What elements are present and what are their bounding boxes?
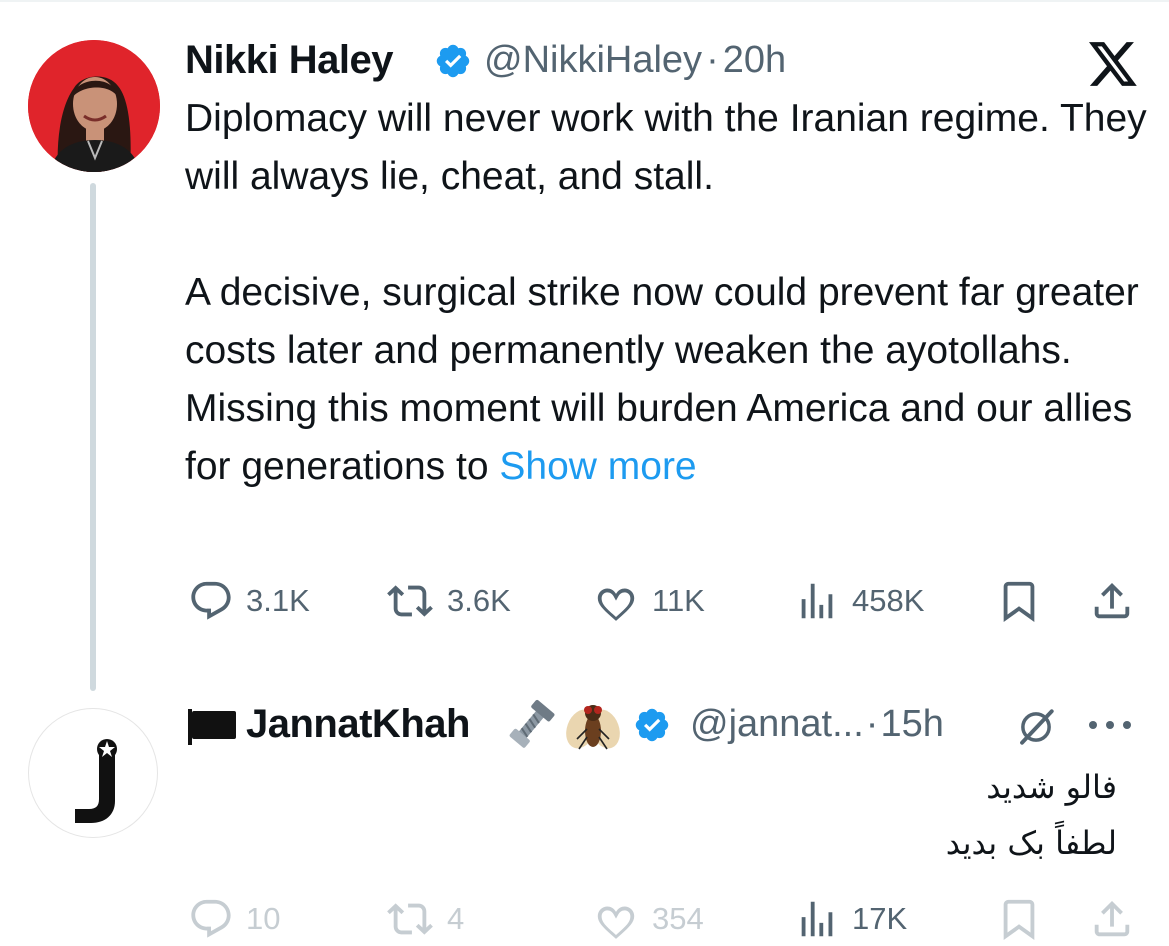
like-count: 11K [652,583,705,618]
views-icon [801,583,833,619]
show-more-link[interactable]: Show more [499,445,696,488]
top-divider [0,0,1169,2]
meta-separator: · [706,39,719,81]
reply-timestamp[interactable]: 15h [880,703,943,745]
reply-actions: 10 4 354 17K [0,896,1169,946]
avatar-logo [75,739,117,823]
bookmark-button[interactable] [996,578,1042,624]
share-button[interactable] [1089,578,1135,624]
tweet-paragraph-2: A decisive, surgical strike now could pr… [185,264,1155,496]
grok-icon[interactable] [1015,706,1057,748]
author-handle-time[interactable]: @NikkiHaley · 20h [484,36,786,84]
like-button[interactable]: 354 [592,896,704,942]
nut-and-bolt-icon [503,699,557,753]
view-count: 17K [852,901,908,936]
like-count: 354 [652,901,704,936]
reply-author-name[interactable]: JannatKhah [246,699,470,749]
share-icon [1094,900,1130,937]
heart-icon [597,588,635,621]
tweet-actions: 3.1K 3.6K 11K 458K [0,578,1169,628]
share-button[interactable] [1089,896,1135,942]
views-button[interactable]: 17K [794,896,907,942]
reply-button[interactable]: 10 [188,896,280,942]
view-count: 458K [852,583,925,618]
timestamp[interactable]: 20h [723,39,786,81]
reply-author-handle-time[interactable]: @jannat...·15h [690,699,944,749]
verified-badge-icon[interactable] [633,706,671,744]
author-handle[interactable]: @NikkiHaley [484,39,702,81]
x-logo-icon[interactable] [1086,40,1140,88]
bookmark-button[interactable] [996,896,1042,942]
more-options-icon[interactable] [1085,718,1135,732]
views-button[interactable]: 458K [794,578,924,624]
bookmark-icon [1003,899,1035,940]
repost-button[interactable]: 3.6K [385,578,511,624]
bookmark-icon [1003,581,1035,622]
fly-icon [565,699,621,753]
reply-icon [191,899,231,938]
repost-count: 4 [447,901,465,936]
like-button[interactable]: 11K [592,578,705,624]
reply-icon [191,581,231,620]
reply-avatar[interactable] [28,708,158,838]
reply-author-handle[interactable]: @jannat... [690,703,864,745]
avatar[interactable] [28,40,160,172]
reply-text-line-2: لطفاً بک بدید [945,824,1117,862]
author-name[interactable]: Nikki Haley [185,36,393,84]
avatar-photo [28,40,160,172]
heart-icon [597,906,635,939]
verified-badge-icon[interactable] [434,42,472,80]
repost-button[interactable]: 4 [385,896,464,942]
meta-separator: · [865,703,879,745]
share-icon [1094,582,1130,619]
tweet-paragraph-1: Diplomacy will never work with the Irani… [185,97,1147,198]
reply-button[interactable]: 3.1K [188,578,310,624]
reply-text-line-1: فالو شدید [986,768,1117,806]
reply-count: 10 [246,901,281,936]
repost-count: 3.6K [447,583,511,618]
repost-icon [387,585,433,617]
repost-icon [387,903,433,935]
black-flag-icon [186,709,238,745]
reply-count: 3.1K [246,583,310,618]
views-icon [801,901,833,937]
tweet-text: Diplomacy will never work with the Irani… [185,90,1155,496]
